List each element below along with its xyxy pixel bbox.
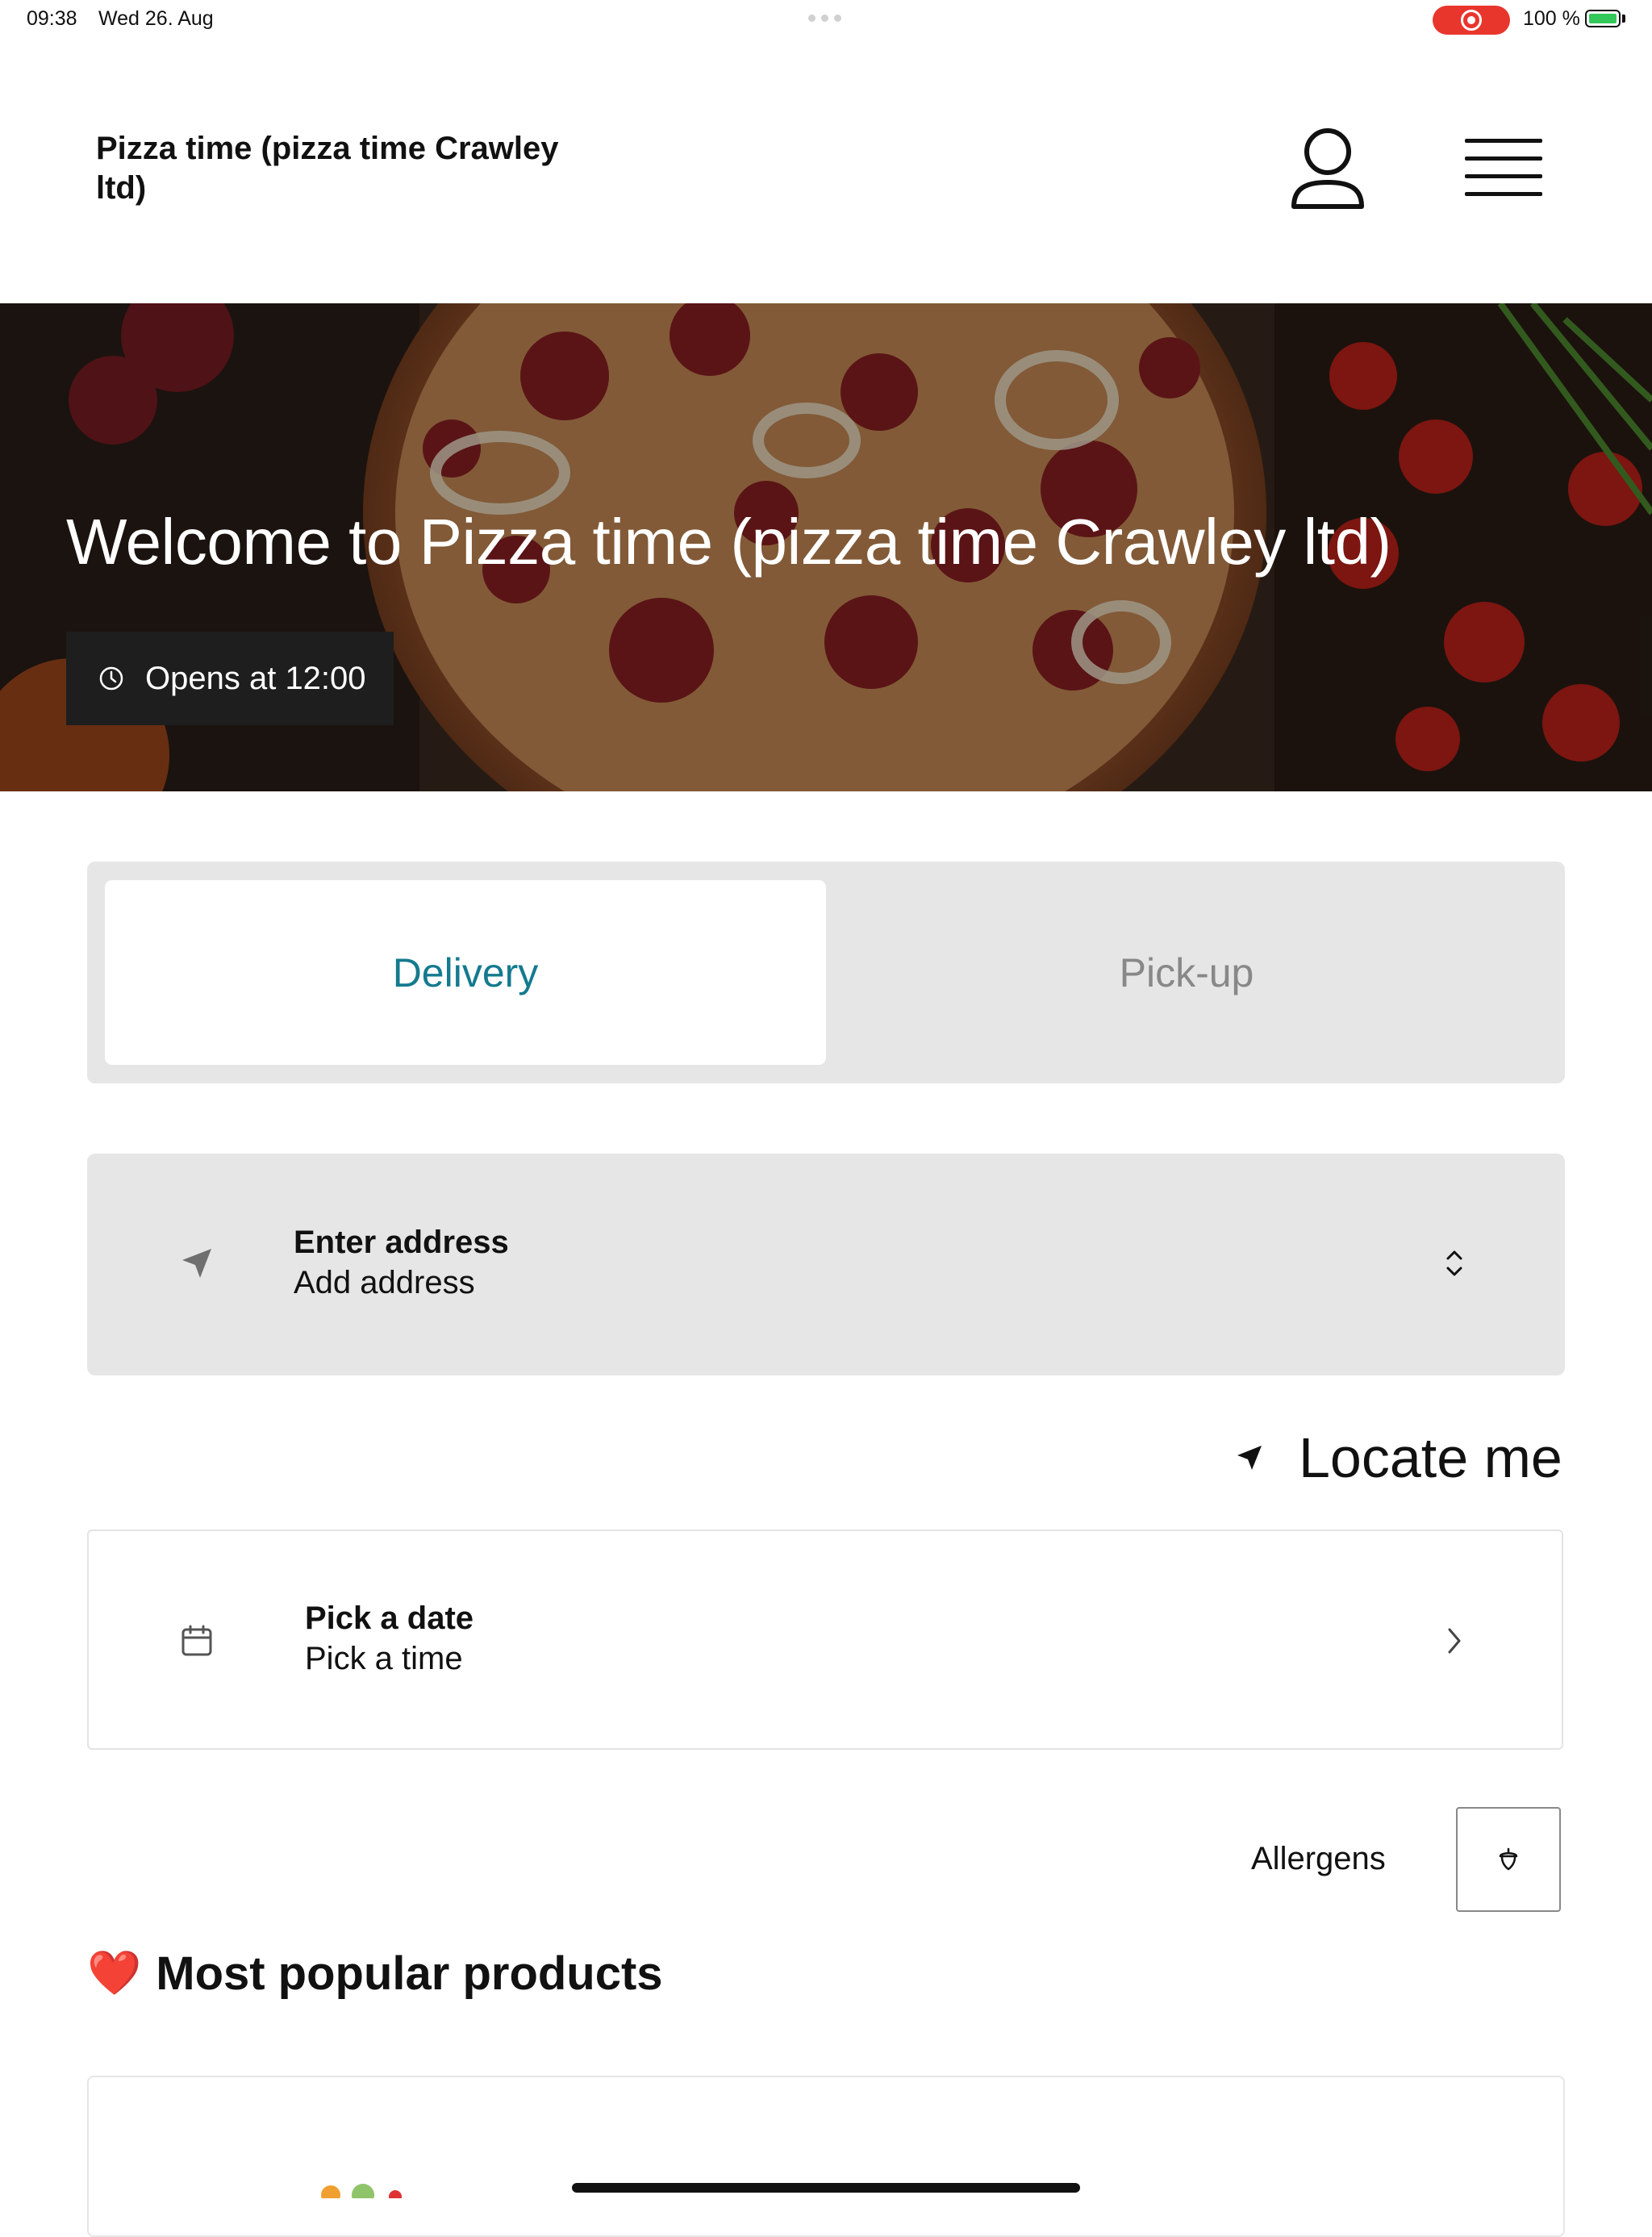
popular-products-heading: ❤️ Most popular products [87,1947,663,2001]
battery-percentage: 100 % [1523,7,1580,30]
product-card[interactable] [87,2076,1565,2237]
time-subtitle: Pick a time [305,1641,463,1676]
multitasking-dots[interactable] [808,15,844,23]
locate-me-button[interactable]: Locate me [1234,1421,1562,1494]
hamburger-menu-icon [1465,139,1542,143]
profile-button[interactable] [1287,126,1368,216]
screen-recording-icon[interactable] [1433,6,1510,35]
calendar-icon [181,1625,212,1656]
locate-me-label: Locate me [1299,1426,1562,1489]
tab-pick-up[interactable]: Pick-up [826,880,1547,1065]
location-arrow-icon [1237,1446,1262,1470]
status-time: 09:38 [27,7,77,30]
menu-button[interactable] [1457,129,1549,210]
battery-tip [1622,15,1625,23]
clock-icon [99,666,123,691]
allergens-button[interactable] [1456,1807,1561,1912]
product-image [321,2184,402,2198]
welcome-title: Welcome to Pizza time (pizza time Crawle… [66,506,1391,578]
opening-status-badge: Opens at 12:00 [66,632,394,725]
chevron-up-down-icon [1446,1250,1462,1276]
person-icon [1291,128,1364,209]
status-date: Wed 26. Aug [98,7,214,30]
allergens-label: Allergens [1251,1841,1386,1876]
navigation-arrow-icon [182,1249,211,1278]
date-time-picker[interactable] [87,1530,1563,1750]
heart-icon: ❤️ [87,1949,142,1997]
tab-delivery[interactable]: Delivery [105,880,826,1065]
chevron-right-icon [1448,1628,1461,1654]
battery-icon [1585,10,1621,27]
address-title: Enter address [294,1225,509,1260]
popular-products-title: Most popular products [156,1947,663,2000]
opening-status-text: Opens at 12:00 [145,660,366,696]
home-indicator[interactable] [572,2183,1080,2193]
store-name: Pizza time (pizza time Crawley ltd) [96,131,559,206]
date-title: Pick a date [305,1601,474,1636]
address-subtitle: Add address [294,1265,475,1300]
acorn-icon [1499,1847,1518,1871]
